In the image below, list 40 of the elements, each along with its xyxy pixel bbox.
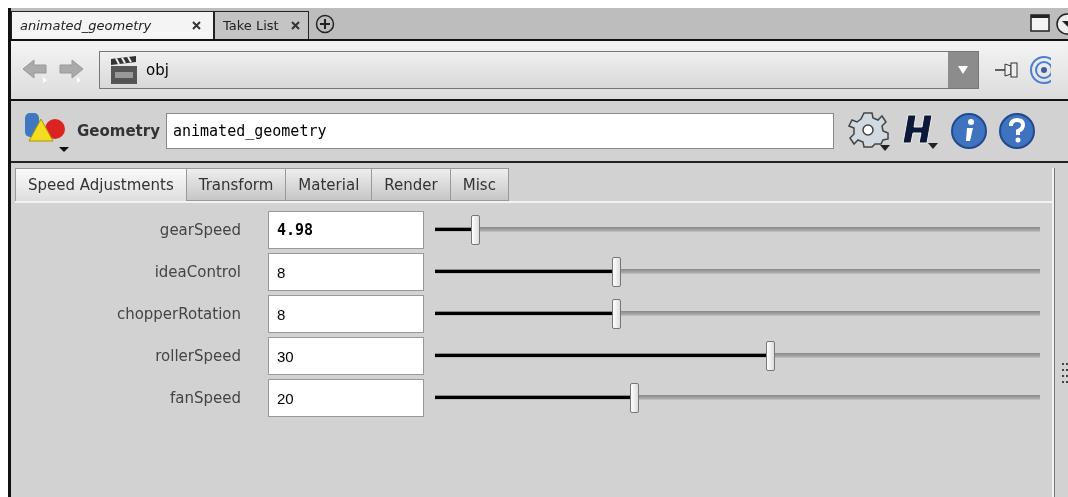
pane-tab[interactable]: Take List [214,11,309,39]
close-icon[interactable] [192,21,201,30]
add-tab-icon[interactable] [314,13,335,34]
tab[interactable]: Misc [450,168,509,201]
parameter-label: ideaControl [153,263,241,281]
value-field[interactable]: 8 [268,295,424,333]
node-name-field[interactable]: animated_geometry [165,113,834,149]
maximize-icon[interactable] [1030,13,1050,33]
node-type-label: Geometry [77,122,160,140]
tab[interactable]: Material [286,168,373,201]
slider-thumb[interactable] [471,215,481,245]
parameter-label: fanSpeed [169,389,241,407]
tab[interactable]: Speed Adjustments [15,168,187,201]
pane-tab[interactable]: animated_geometry [11,11,214,39]
value-field[interactable]: 8 [268,253,424,291]
grip-icon[interactable] [1062,362,1068,383]
parameter-label: chopperRotation [115,305,241,323]
caret-icon [957,65,969,75]
value-field[interactable]: 30 [268,337,424,375]
help-icon[interactable] [997,112,1036,150]
dropdown-button[interactable] [948,52,978,88]
close-icon[interactable] [290,21,300,30]
dropdown-icon[interactable] [1056,13,1068,35]
parameter-label: gearSpeed [158,221,241,239]
path-field[interactable]: obj [99,51,979,89]
value-field[interactable]: 20 [268,379,424,417]
slider-thumb[interactable] [629,383,639,413]
clapperboard-icon [108,55,140,85]
tab[interactable]: Render [372,168,451,201]
h-menu-icon[interactable] [899,111,940,151]
settings-icon[interactable] [847,111,890,151]
slider-thumb[interactable] [611,257,621,287]
slider-thumb[interactable] [765,341,775,371]
value-field[interactable]: 4.98 [268,211,424,249]
tab[interactable]: Transform [186,168,287,201]
info-icon[interactable] [949,112,988,150]
slider-thumb[interactable] [611,299,621,329]
parameter-label: rollerSpeed [154,347,241,365]
path-text: obj [146,61,169,79]
target-icon[interactable] [1029,55,1051,85]
